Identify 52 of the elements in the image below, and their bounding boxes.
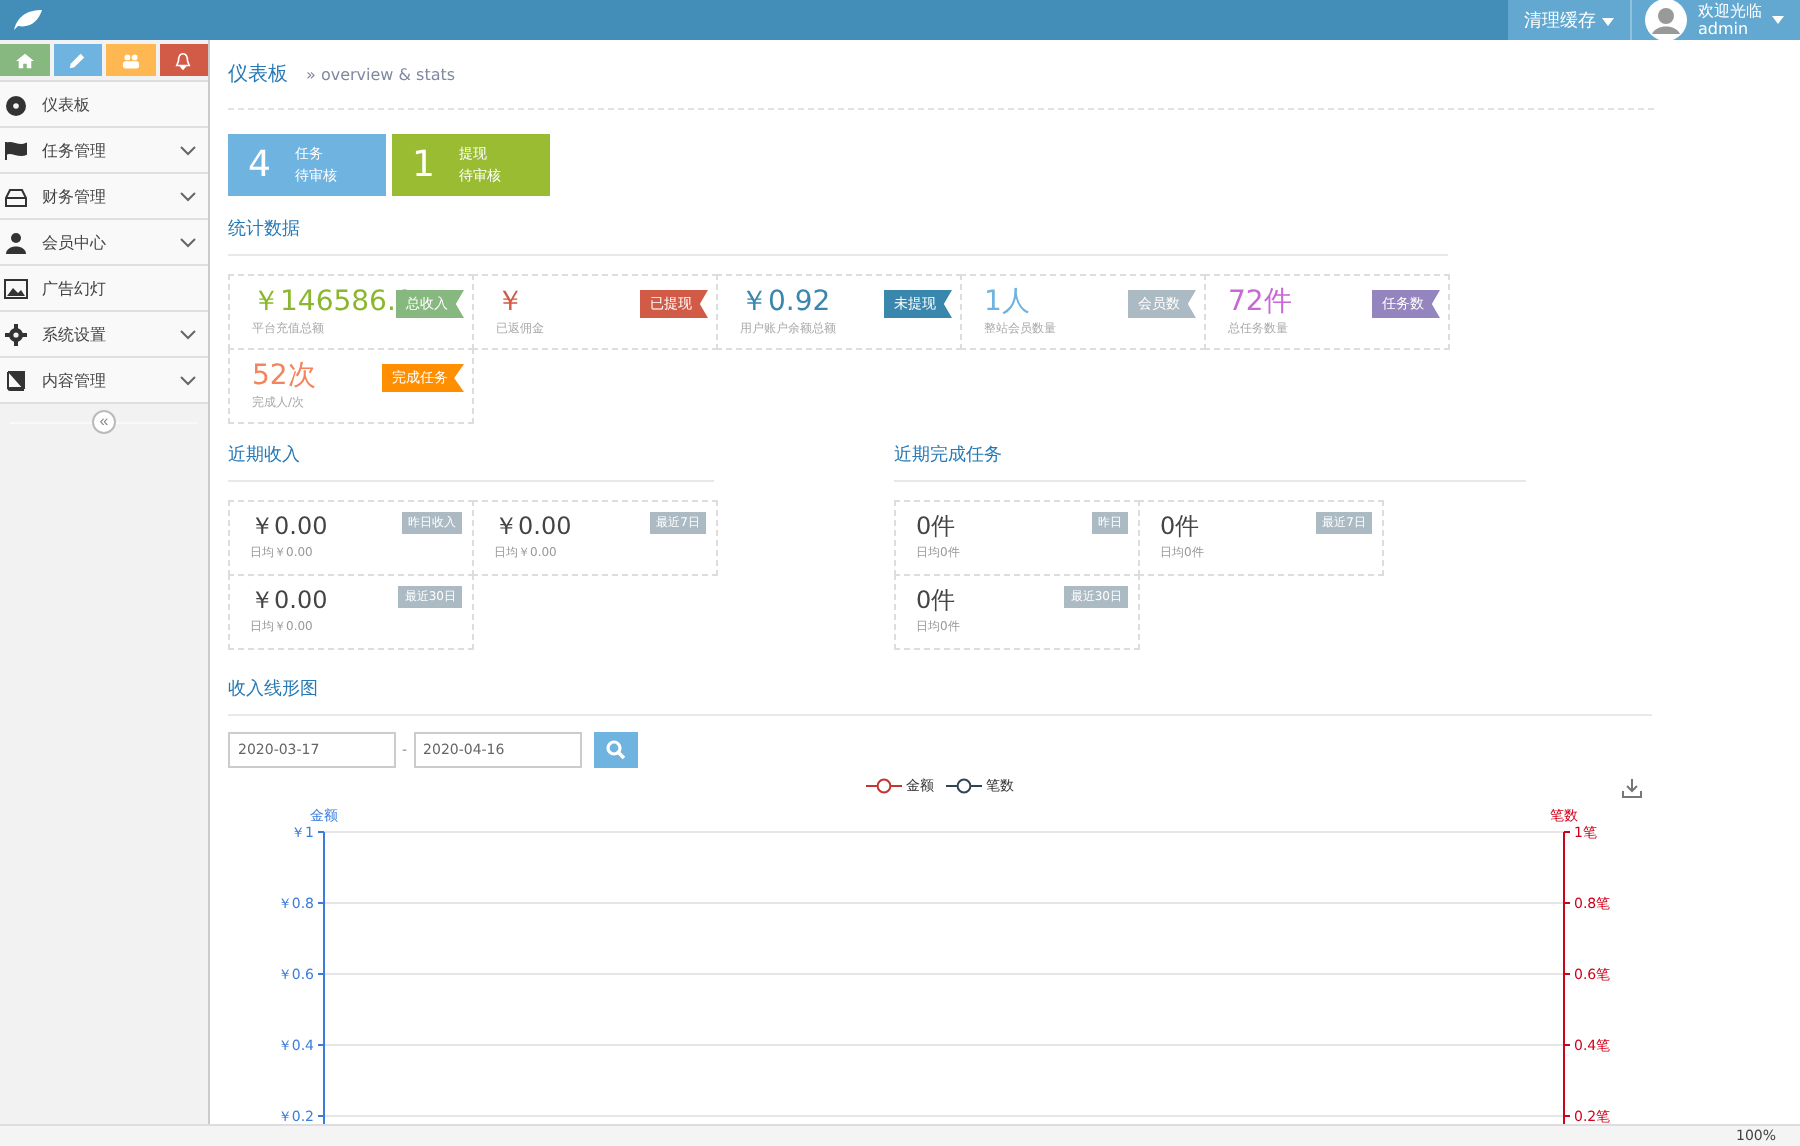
section-title: 收入线形图 bbox=[228, 656, 1652, 716]
chevron-down-icon bbox=[180, 145, 196, 155]
sidebar-menu-item[interactable]: 会员中心 bbox=[0, 220, 208, 266]
summary-value: ￥0.00 bbox=[494, 512, 572, 540]
home-icon bbox=[15, 51, 34, 69]
stat-value: 1人 bbox=[984, 286, 1030, 318]
users-icon bbox=[121, 51, 140, 69]
pencil-icon bbox=[68, 51, 87, 69]
section-title: 近期收入 bbox=[228, 422, 714, 482]
avatar-icon bbox=[1644, 0, 1688, 42]
chevron-down-icon bbox=[180, 237, 196, 247]
picture-icon bbox=[4, 277, 28, 299]
summary-value: 0件 bbox=[1160, 512, 1200, 540]
sidebar-menu-item[interactable]: 广告幻灯 bbox=[0, 266, 208, 312]
stat-value: ￥ bbox=[496, 286, 524, 318]
collapse-sidebar-button[interactable]: « bbox=[92, 410, 116, 434]
shortcut-button[interactable] bbox=[53, 44, 102, 76]
section-title: 近期完成任务 bbox=[894, 422, 1526, 482]
search-icon bbox=[605, 740, 626, 760]
sidebar-menu-item[interactable]: 仪表板 bbox=[0, 82, 208, 128]
stat-value: 72件 bbox=[1228, 286, 1292, 318]
chevron-down-icon bbox=[180, 191, 196, 201]
stat-value: 52次 bbox=[252, 360, 316, 392]
chevron-down-icon bbox=[180, 329, 196, 339]
flag-icon bbox=[4, 139, 28, 161]
sidebar-menu-item[interactable]: 内容管理 bbox=[0, 358, 208, 404]
chevron-down-icon bbox=[180, 375, 196, 385]
dashboard-icon bbox=[4, 93, 28, 115]
page-subtitle: » overview & stats bbox=[306, 65, 456, 83]
settings-icon bbox=[4, 323, 28, 345]
caret-icon bbox=[1602, 17, 1614, 25]
shortcut-button[interactable] bbox=[0, 44, 49, 76]
sidebar-menu-item[interactable]: 系统设置 bbox=[0, 312, 208, 358]
summary-value: 0件 bbox=[916, 586, 956, 614]
inbox-icon bbox=[4, 185, 28, 207]
book-icon bbox=[4, 369, 28, 391]
search-button[interactable] bbox=[593, 732, 638, 768]
page-title: 仪表板 bbox=[228, 61, 288, 88]
sidebar-menu-item[interactable]: 财务管理 bbox=[0, 174, 208, 220]
leaf-logo-icon bbox=[12, 8, 44, 32]
section-title: 统计数据 bbox=[228, 196, 1448, 256]
summary-value: ￥0.00 bbox=[250, 512, 328, 540]
summary-value: 0件 bbox=[916, 512, 956, 540]
stat-value: ￥0.92 bbox=[740, 286, 831, 318]
summary-value: ￥0.00 bbox=[250, 586, 328, 614]
sidebar-menu-item[interactable]: 任务管理 bbox=[0, 128, 208, 174]
shortcut-button[interactable] bbox=[159, 44, 208, 76]
user-icon bbox=[4, 231, 28, 253]
caret-icon bbox=[1772, 16, 1784, 24]
download-icon[interactable] bbox=[1622, 778, 1642, 798]
shortcut-button[interactable] bbox=[106, 44, 155, 76]
bell-icon bbox=[174, 51, 193, 69]
